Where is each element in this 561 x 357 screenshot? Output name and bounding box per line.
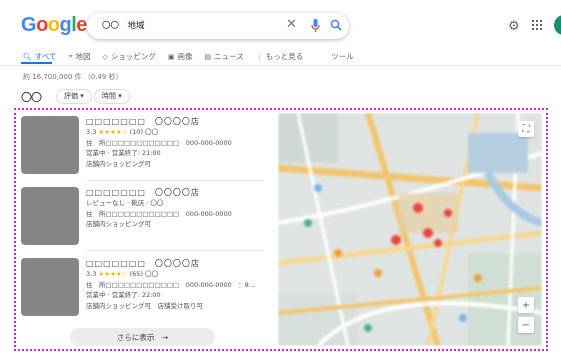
map-image[interactable] (278, 113, 542, 346)
zoom-in-button[interactable]: + (518, 297, 534, 313)
chevron-down-icon: ▾ (118, 92, 122, 100)
listing-title[interactable]: □□□□□□□ 〇〇〇〇店 (86, 187, 232, 198)
logo-letter: g (59, 14, 72, 36)
map-pin-icon: ⌖ (68, 52, 73, 60)
tab-news[interactable]: ▤ ニュース (205, 51, 244, 62)
listing-rating: レビューなし · 靴店 · 〇〇 (86, 199, 164, 207)
active-tab-indicator (21, 62, 52, 64)
list-item[interactable]: □□□□□□□ 〇〇〇〇店 3.3 ★★★★☆ (65) 〇〇 住 所□□□□□… (86, 258, 255, 311)
listing-thumbnail[interactable] (21, 116, 79, 174)
listing-divider (86, 180, 264, 181)
tab-shopping[interactable]: ◇ ショッピング (103, 51, 156, 62)
listing-rating: 3.3 ★★★★☆ (10) 〇〇 (86, 128, 159, 136)
logo-letter: e (76, 14, 87, 36)
list-item[interactable]: □□□□□□□ 〇〇〇〇店 3.3 ★★★★☆ (10) 〇〇 住 所□□□□□… (86, 116, 232, 169)
listing-address: 住 所□□□□□□□□□□□□ 000-000-0000 (86, 209, 232, 218)
logo-letter: o (36, 14, 48, 36)
search-input[interactable]: 〇〇 地域 (102, 19, 145, 31)
listing-divider (86, 250, 264, 251)
fullscreen-icon[interactable]: ⛶ (518, 121, 534, 137)
tab-more[interactable]: ⋮ もっと見る (256, 51, 304, 62)
listing-address: 住 所□□□□□□□□□□□□ 000-000-0000 ：8… (86, 280, 256, 289)
apps-grid-icon[interactable] (532, 20, 542, 30)
listing-hours: 営業中 · 営業終了: 22:00 (86, 291, 161, 299)
listing-service: 店舗内ショッピング可 (86, 220, 151, 228)
google-logo[interactable]: Google (21, 14, 87, 37)
show-more-button[interactable]: さらに表示 → (70, 328, 215, 346)
more-icon: ⋮ (255, 52, 263, 61)
result-stats: 約 16,700,000 件 （0.49 秒） (23, 73, 123, 81)
listing-service: 店舗内ショッピング可 店舗受け取り可 (86, 301, 203, 310)
listing-title[interactable]: □□□□□□□ 〇〇〇〇店 (86, 258, 255, 269)
news-icon: ▤ (204, 52, 212, 61)
rating-stars: ★★★★☆ (98, 270, 128, 278)
listing-service: 店舗内ショッピング可 (86, 159, 151, 168)
microphone-icon[interactable] (311, 19, 320, 33)
header-divider (0, 65, 561, 66)
logo-letter: o (47, 14, 60, 36)
avatar[interactable] (554, 15, 561, 35)
logo-letter: G (21, 14, 37, 36)
listing-address: 住 所□□□□□□□□□□□□ 000-000-0000 (86, 138, 232, 147)
image-icon: ▣ (167, 52, 175, 61)
filter-label: 〇〇 (21, 91, 42, 104)
search-box[interactable]: 〇〇 地域 ✕ (87, 13, 349, 39)
listing-thumbnail[interactable] (21, 258, 79, 316)
tab-maps[interactable]: ⌖ 地図 (69, 51, 91, 62)
rating-stars: ★★★★☆ (98, 128, 128, 136)
tag-icon: ◇ (102, 52, 108, 61)
tab-tools[interactable]: ツール (331, 51, 354, 62)
hours-filter-chip[interactable]: 時間 ▾ (94, 89, 130, 104)
search-tabs: 🔍︎ すべて ⌖ 地図 ◇ ショッピング ▣ 画像 ▤ ニュース ⋮ もっと見る… (23, 51, 366, 62)
listing-rating: 3.3 ★★★★☆ (65) 〇〇 (86, 270, 159, 278)
zoom-out-button[interactable]: − (518, 317, 534, 333)
list-item[interactable]: □□□□□□□ 〇〇〇〇店 レビューなし · 靴店 · 〇〇 住 所□□□□□□… (86, 187, 232, 230)
search-icon: 🔍︎ (23, 52, 32, 61)
listing-thumbnail[interactable] (21, 187, 79, 245)
tab-images[interactable]: ▣ 画像 (168, 51, 193, 62)
gear-icon[interactable]: ⚙ (508, 19, 520, 34)
map-panel[interactable]: ⛶ + − (278, 113, 542, 346)
search-icon[interactable] (330, 19, 342, 31)
listing-title[interactable]: □□□□□□□ 〇〇〇〇店 (86, 116, 232, 127)
rating-filter-chip[interactable]: 評価 ▾ (56, 89, 92, 104)
listing-hours: 営業中 · 営業終了: 21:00 (86, 149, 161, 157)
chevron-down-icon: ▾ (80, 92, 84, 100)
clear-icon[interactable]: ✕ (286, 17, 297, 32)
tab-all[interactable]: 🔍︎ すべて (23, 51, 57, 62)
